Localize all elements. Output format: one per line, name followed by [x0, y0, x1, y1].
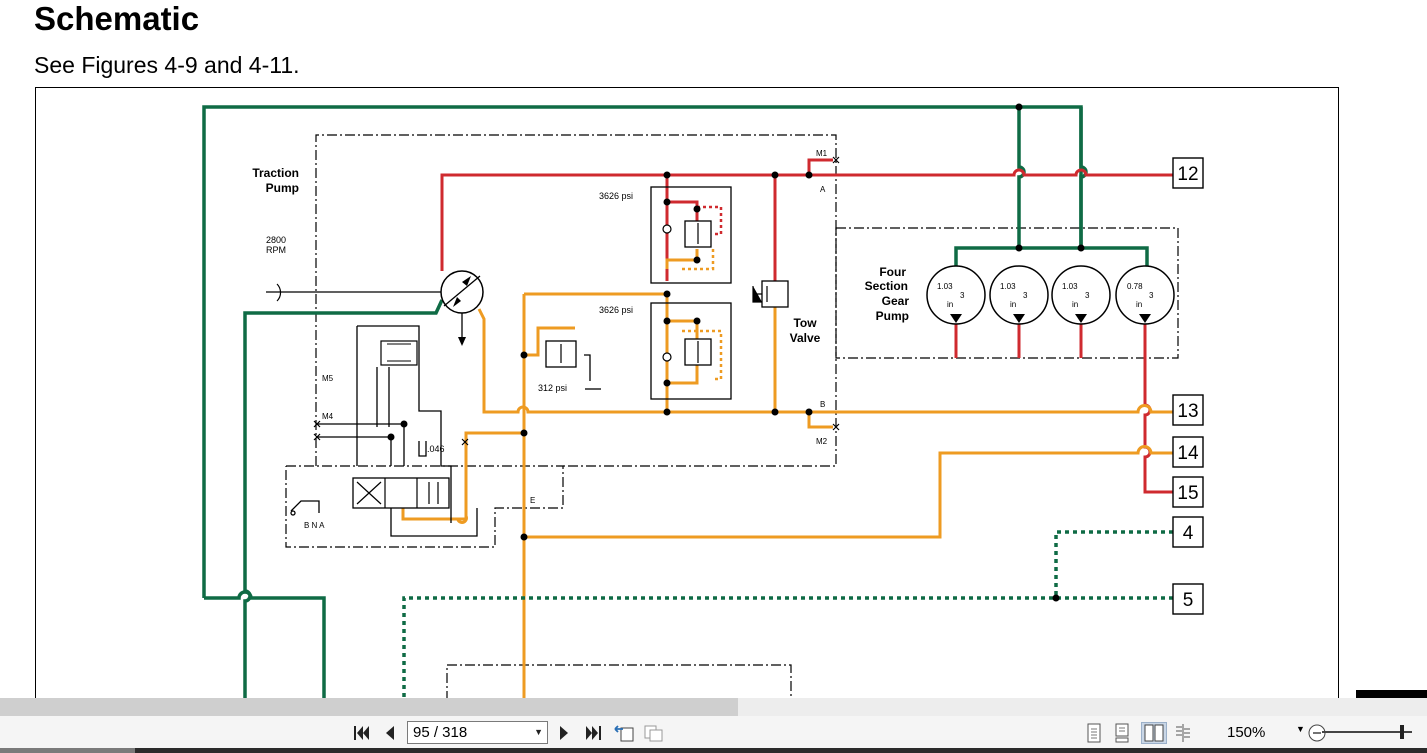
- page-dropdown-icon[interactable]: ▼: [534, 722, 543, 743]
- single-page-view-button[interactable]: [1084, 722, 1104, 744]
- zoom-out-icon: [1308, 724, 1326, 742]
- page-indicator: 95 / 318: [413, 724, 468, 741]
- relief-lower-label: 3626 psi: [599, 305, 633, 315]
- connector-5-label: 5: [1183, 590, 1194, 611]
- charge-line-14: [524, 445, 1173, 539]
- next-page-icon: [560, 726, 568, 740]
- horizontal-scrollbar[interactable]: [0, 698, 1427, 716]
- page-subtitle: See Figures 4-9 and 4-11.: [34, 52, 300, 78]
- return-lower: [204, 590, 326, 701]
- gear-section-1-exp: 3: [960, 291, 965, 300]
- charge-line-b: [477, 308, 1173, 414]
- gear-section-3-unit: in: [1072, 300, 1078, 309]
- port-m1-label: M1: [816, 149, 828, 158]
- continuous-view-button[interactable]: [1112, 722, 1132, 744]
- port-m4-label: M4: [322, 412, 334, 421]
- page-edge-shadow: [1356, 690, 1427, 698]
- gear-section-3-value: 1.03: [1062, 282, 1078, 291]
- orifice-label: .046: [427, 444, 445, 454]
- gear-section-4-unit: in: [1136, 300, 1142, 309]
- pilot-line-4: [1054, 530, 1173, 598]
- continuous-facing-icon: [1176, 724, 1190, 742]
- gear-section-4-exp: 3: [1149, 291, 1154, 300]
- next-view-button[interactable]: [641, 722, 665, 744]
- port-m5-label: M5: [322, 374, 334, 383]
- tow-valve-label-2: Valve: [790, 331, 821, 345]
- schematic-figure: .red { stroke: #cf2a2f; stroke-width: 3;…: [35, 87, 1339, 702]
- gear-pump-label-2: Section: [865, 279, 908, 293]
- connector-14-label: 14: [1177, 443, 1199, 464]
- taskbar-edge: [0, 748, 1427, 753]
- gear-section-4-value: 0.78: [1127, 282, 1143, 291]
- port-a-label: A: [820, 185, 826, 194]
- last-page-icon: [586, 726, 601, 740]
- zoom-out-button[interactable]: [1306, 722, 1328, 744]
- traction-pump-label-2: Pump: [266, 181, 299, 195]
- single-page-icon: [1087, 723, 1101, 743]
- rpm-unit: RPM: [266, 245, 286, 255]
- page-title: Schematic: [34, 0, 200, 37]
- pilot-line-5: [402, 596, 1173, 701]
- previous-view-button[interactable]: [612, 722, 636, 744]
- gear-section-2-exp: 3: [1023, 291, 1028, 300]
- connector-13-label: 13: [1177, 401, 1198, 422]
- connector-12-label: 12: [1177, 164, 1198, 185]
- gear-pump-label-1: Four: [879, 265, 906, 279]
- zoom-slider-thumb[interactable]: [1400, 725, 1404, 739]
- charge-relief-label: 312 psi: [538, 383, 567, 393]
- gear-section-3-exp: 3: [1085, 291, 1090, 300]
- next-view-icon: [644, 725, 663, 742]
- return-line-main: [202, 105, 1083, 598]
- gear-pump-label-4: Pump: [876, 309, 909, 323]
- traction-pump-icon: [440, 270, 484, 314]
- previous-view-icon: [614, 725, 634, 742]
- gear-section-1-unit: in: [947, 300, 953, 309]
- port-m2-label: M2: [816, 437, 828, 446]
- gear-section-2-value: 1.03: [1000, 282, 1016, 291]
- continuous-page-icon: [1115, 723, 1129, 743]
- horizontal-scrollbar-thumb[interactable]: [0, 698, 738, 716]
- rpm-value: 2800: [266, 235, 286, 245]
- first-page-icon: [354, 726, 369, 740]
- gear-section-1-value: 1.03: [937, 282, 953, 291]
- hydraulic-schematic: .red { stroke: #cf2a2f; stroke-width: 3;…: [202, 103, 1204, 701]
- bna-label: B N A: [304, 521, 325, 530]
- facing-pages-icon: [1144, 724, 1164, 742]
- return-line-drop: [1017, 107, 1026, 248]
- pressure-line-a: [440, 168, 1173, 271]
- continuous-facing-view-button[interactable]: [1172, 722, 1194, 744]
- next-page-button[interactable]: [556, 722, 572, 744]
- tow-valve-label: Tow: [793, 316, 817, 330]
- gear-pump-label-3: Gear: [882, 294, 910, 308]
- relief-upper-label: 3626 psi: [599, 191, 633, 201]
- control-valve-icon: [352, 477, 450, 509]
- connector-4-label: 4: [1183, 523, 1194, 544]
- previous-page-icon: [386, 726, 394, 740]
- previous-page-button[interactable]: [381, 722, 399, 744]
- last-page-button[interactable]: [582, 722, 604, 744]
- port-e-label: E: [530, 496, 535, 505]
- gear-section-2-unit: in: [1010, 300, 1016, 309]
- connector-15-label: 15: [1177, 483, 1198, 504]
- zoom-level[interactable]: 150%: [1227, 724, 1265, 741]
- page-number-input[interactable]: 95 / 318 ▼: [407, 721, 548, 744]
- lower-boundary: [446, 664, 792, 701]
- port-b-label: B: [820, 400, 825, 409]
- facing-view-button[interactable]: [1141, 722, 1167, 744]
- first-page-button[interactable]: [351, 722, 373, 744]
- zoom-slider-track[interactable]: [1322, 731, 1412, 733]
- gear-pump-inlet: [954, 246, 1149, 267]
- zoom-dropdown-icon[interactable]: ▼: [1296, 724, 1305, 734]
- traction-pump-label: Traction: [252, 166, 299, 180]
- tow-valve-icon: [761, 280, 789, 308]
